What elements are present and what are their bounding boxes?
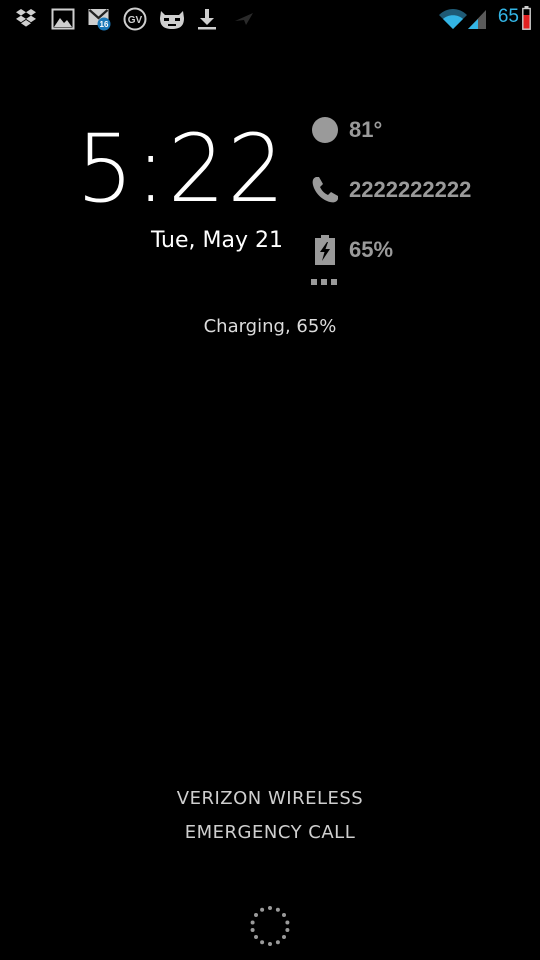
lockscreen-date: Tue, May 21 [150, 228, 283, 253]
phone-widget: 2222222222 [310, 172, 471, 208]
airplane-icon [232, 7, 256, 31]
weather-value: 81° [349, 117, 383, 142]
status-bar[interactable]: 16 GV 65 [0, 0, 540, 38]
more-dots-icon[interactable] [311, 279, 337, 285]
wifi-icon [438, 7, 468, 31]
phone-icon [310, 175, 340, 205]
signal-icon [466, 7, 488, 31]
carrier-label: VERIZON WIRELESS [176, 788, 364, 809]
gallery-icon [51, 7, 75, 31]
unlock-ring-icon[interactable] [249, 905, 291, 947]
gmail-icon: 16 [88, 7, 112, 31]
svg-text:GV: GV [128, 15, 143, 26]
battery-percent: 65 [497, 6, 519, 27]
battery-icon [522, 6, 531, 30]
weather-widget: 81° [310, 112, 382, 148]
phone-value: 2222222222 [349, 177, 472, 202]
battery-charging-icon [310, 235, 340, 265]
charging-status: Charging, 65% [203, 316, 337, 337]
battery-value: 65% [349, 237, 394, 262]
gmail-badge: 16 [100, 20, 109, 29]
download-icon [195, 7, 219, 31]
google-voice-icon: GV [123, 7, 147, 31]
lockscreen-clock: 5:22 [76, 115, 287, 224]
battery-widget: 65% [310, 232, 393, 268]
emergency-call-button[interactable]: EMERGENCY CALL [0, 822, 540, 843]
dropbox-icon [14, 7, 38, 31]
cyanogenmod-icon [158, 7, 186, 31]
weather-icon [310, 115, 340, 145]
